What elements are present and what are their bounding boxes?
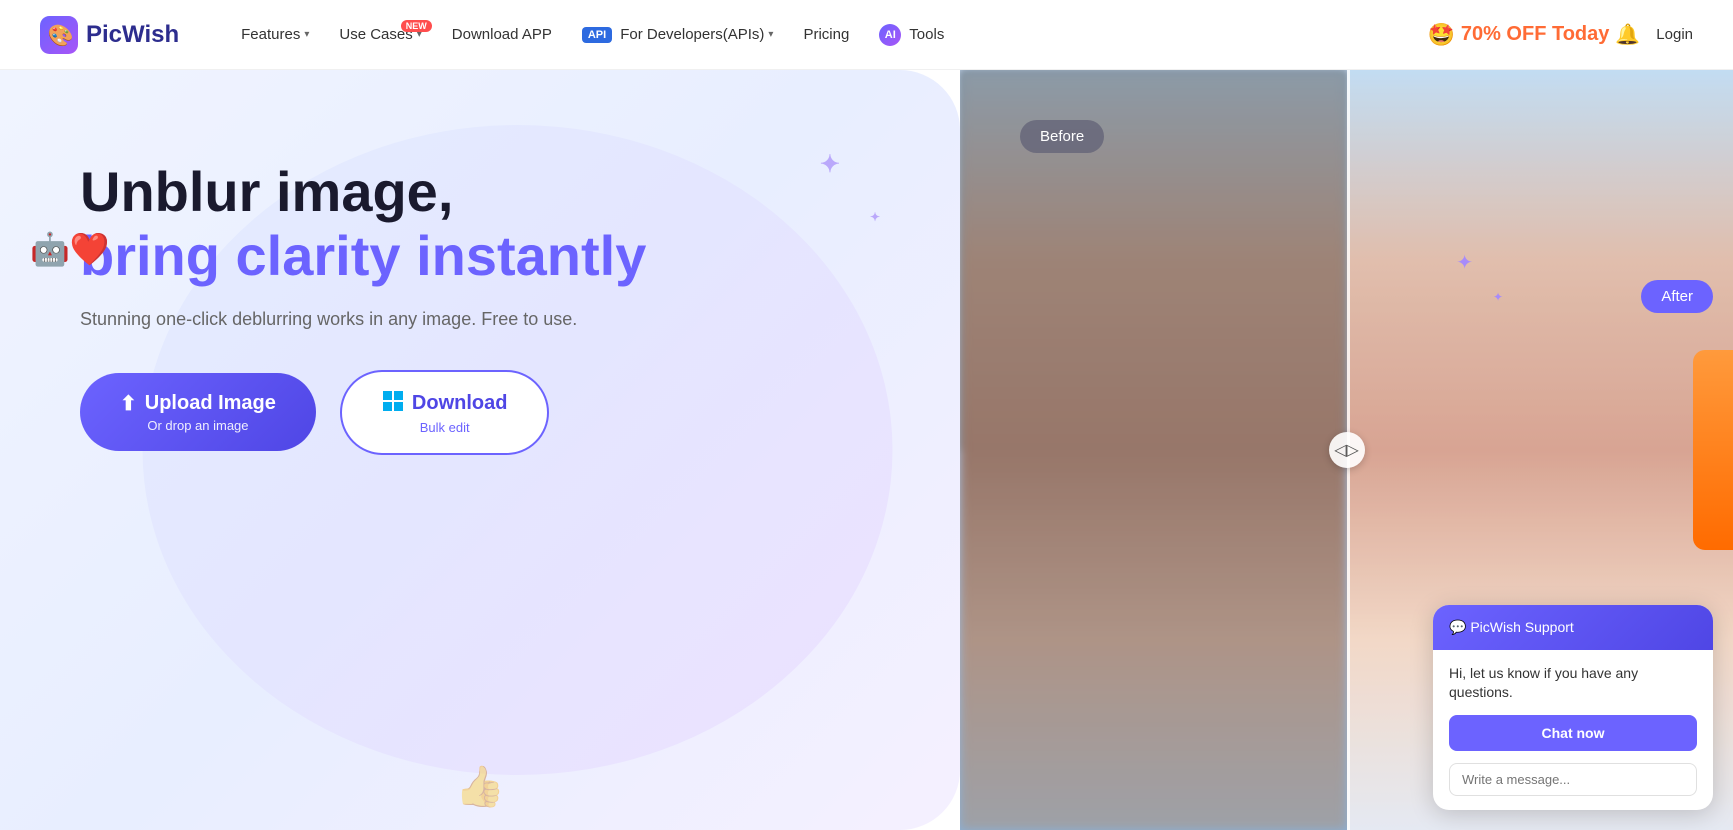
star-decoration-1: ✦ [820, 150, 840, 179]
nav-links: Features ▾ Use Cases ▾ NEW Download APP … [229, 16, 1427, 54]
nav-item-pricing[interactable]: Pricing [791, 18, 861, 51]
logo[interactable]: 🎨 PicWish [40, 16, 179, 54]
login-button[interactable]: Login [1656, 26, 1693, 43]
chat-message-input[interactable] [1449, 763, 1697, 796]
hero-title-blue: bring clarity instantly [80, 224, 760, 288]
photo-before-half [960, 70, 1347, 830]
hero-subtitle: Stunning one-click deblurring works in a… [80, 309, 760, 330]
hero-section: Unblur image, bring clarity instantly St… [0, 70, 960, 830]
star-decoration-2: ✦ [870, 210, 880, 224]
chat-greeting-text: Hi, let us know if you have any question… [1449, 664, 1697, 703]
hero-title-dark: Unblur image, [80, 160, 760, 224]
star-deco-right-2: ✦ [1493, 290, 1503, 304]
nav-item-features[interactable]: Features ▾ [229, 18, 321, 51]
logo-icon: 🎨 [40, 16, 78, 54]
robot-decoration: 🤖❤️ [30, 230, 110, 268]
logo-text: PicWish [86, 21, 179, 49]
download-button[interactable]: Download Bulk edit [340, 370, 550, 455]
api-badge: API [582, 27, 612, 43]
nav-item-developers[interactable]: API For Developers(APIs) ▾ [570, 18, 786, 51]
nav-right: 🤩 70% OFF Today 🔔 Login [1427, 22, 1693, 48]
upload-btn-sub-label: Or drop an image [147, 418, 248, 433]
chevron-down-icon: ▾ [768, 29, 773, 40]
download-btn-sub-label: Bulk edit [420, 420, 470, 435]
chat-header-icon: 💬 [1449, 619, 1470, 635]
chat-header-title: PicWish Support [1470, 619, 1573, 635]
nav-item-download-app[interactable]: Download APP [440, 18, 564, 51]
slider-handle[interactable]: ◁▷ [1329, 432, 1365, 468]
promo-emoji: 🤩 [1427, 22, 1454, 48]
notification-icon: 🔔 [1615, 22, 1640, 47]
before-label: Before [1020, 120, 1104, 153]
chat-now-button[interactable]: Chat now [1449, 715, 1697, 751]
promo-banner[interactable]: 🤩 70% OFF Today 🔔 [1427, 22, 1640, 48]
orange-accent-bar [1693, 350, 1733, 550]
chat-widget: 💬 PicWish Support Hi, let us know if you… [1433, 605, 1713, 810]
bottom-decoration: 👍 [455, 763, 505, 810]
promo-text: 70% OFF Today [1461, 23, 1610, 46]
after-label: After [1641, 280, 1713, 313]
chat-header: 💬 PicWish Support [1433, 605, 1713, 650]
nav-item-tools[interactable]: AI Tools [867, 16, 956, 54]
hero-buttons: ⬆ Upload Image Or drop an image [80, 370, 760, 455]
svg-text:🎨: 🎨 [48, 22, 74, 47]
upload-btn-main-label: ⬆ Upload Image [120, 391, 276, 416]
windows-icon [382, 390, 404, 418]
upload-image-button[interactable]: ⬆ Upload Image Or drop an image [80, 373, 316, 451]
upload-icon: ⬆ [120, 391, 137, 416]
chevron-down-icon: ▾ [304, 29, 309, 40]
navbar: 🎨 PicWish Features ▾ Use Cases ▾ NEW Dow… [0, 0, 1733, 70]
nav-item-use-cases[interactable]: Use Cases ▾ NEW [327, 18, 433, 51]
new-badge: NEW [401, 20, 432, 32]
download-btn-main-label: Download [382, 390, 508, 418]
ai-badge: AI [879, 24, 901, 46]
star-deco-right-1: ✦ [1456, 250, 1473, 275]
chat-body: Hi, let us know if you have any question… [1433, 650, 1713, 810]
hero-text: Unblur image, bring clarity instantly St… [80, 160, 760, 455]
